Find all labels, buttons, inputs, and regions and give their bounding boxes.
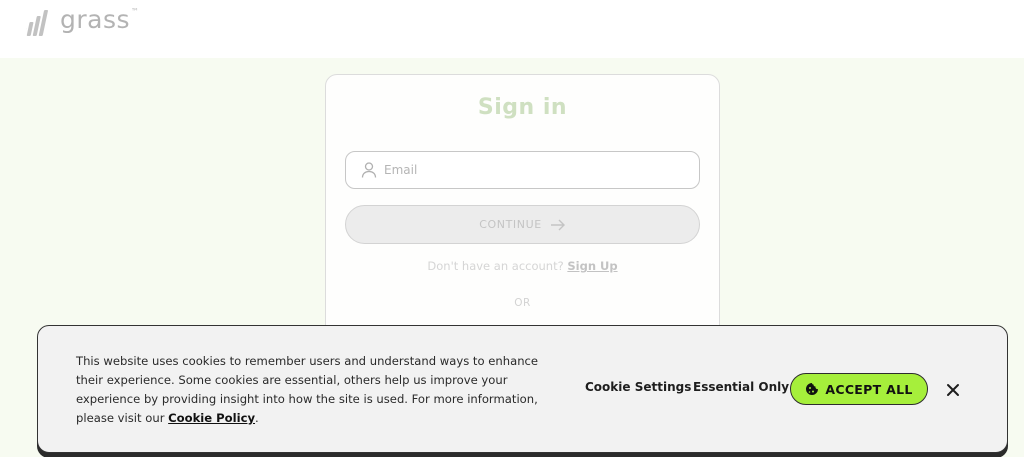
header: grass ™ (0, 0, 1024, 58)
no-account-text: Don't have an account? (427, 259, 564, 273)
email-field[interactable] (345, 151, 700, 189)
signup-prompt: Don't have an account? Sign Up (326, 259, 719, 273)
cookie-policy-link[interactable]: Cookie Policy (168, 411, 255, 425)
email-input[interactable] (384, 163, 684, 177)
cookie-message: This website uses cookies to remember us… (76, 352, 546, 428)
cookie-message-text: This website uses cookies to remember us… (76, 354, 539, 425)
continue-button[interactable]: CONTINUE (345, 205, 700, 244)
logo-trademark: ™ (131, 7, 140, 16)
logo[interactable]: grass ™ (26, 6, 139, 38)
accept-all-label: ACCEPT ALL (825, 381, 913, 397)
arrow-right-icon (550, 219, 565, 230)
essential-only-button[interactable]: Essential Only (693, 380, 789, 394)
continue-label: CONTINUE (479, 218, 542, 231)
cookie-message-period: . (255, 411, 259, 425)
accept-all-button[interactable]: ACCEPT ALL (790, 373, 928, 405)
logo-text: grass (60, 5, 131, 34)
page-title: Sign in (477, 95, 568, 120)
cookie-banner: This website uses cookies to remember us… (37, 325, 1008, 453)
cookie-settings-button[interactable]: Cookie Settings (585, 380, 691, 394)
or-divider: OR (514, 297, 531, 309)
grass-bars-icon (26, 10, 48, 36)
close-icon[interactable] (944, 381, 962, 399)
user-icon (361, 162, 377, 178)
cookie-icon (806, 383, 819, 395)
signup-link[interactable]: Sign Up (567, 259, 617, 273)
